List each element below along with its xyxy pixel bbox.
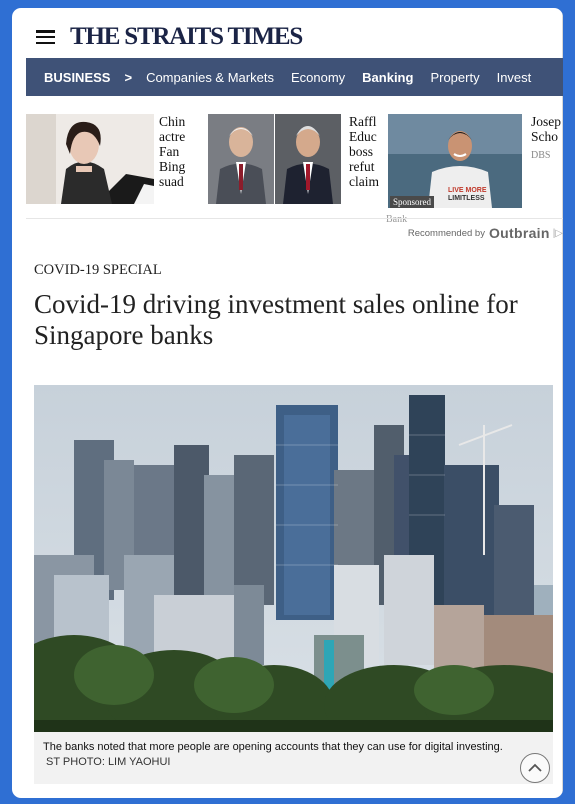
nav-item-economy[interactable]: Economy — [291, 70, 345, 85]
divider — [26, 218, 563, 219]
adchoices-icon[interactable]: |▷ — [553, 228, 563, 239]
photo-caption-box: The banks noted that more people are ope… — [34, 732, 553, 784]
nav-section-business[interactable]: BUSINESS — [44, 70, 110, 85]
chevron-up-icon — [528, 763, 542, 772]
promo-card-1[interactable]: Chin actre Fan Bing suad — [26, 114, 204, 208]
promo-text-2: Raffl Educ boss refut claim — [349, 114, 379, 189]
nav-item-companies-markets[interactable]: Companies & Markets — [146, 70, 274, 85]
masthead: THE STRAITS TIMES — [36, 22, 556, 52]
browser-viewport: THE STRAITS TIMES BUSINESS > Companies &… — [12, 8, 563, 798]
svg-text:LIVE MORE: LIVE MORE — [448, 187, 487, 194]
promo-sublabel: Bank — [386, 214, 408, 225]
article-photo[interactable] — [34, 385, 553, 732]
outbrain-logo: Outbrain — [488, 225, 550, 241]
promo-text-1: Chin actre Fan Bing suad — [159, 114, 186, 189]
svg-text:LIMITLESS: LIMITLESS — [448, 195, 485, 202]
caption-text: The banks noted that more people are ope… — [43, 741, 503, 753]
article-kicker[interactable]: COVID-19 SPECIAL — [34, 262, 162, 279]
recommended-by[interactable]: Recommended by Outbrain |▷ — [408, 225, 563, 241]
promo-card-3[interactable]: LIVE MORE LIMITLESS Sponsored Josep Scho… — [388, 114, 563, 208]
scroll-to-top-button[interactable] — [520, 753, 550, 783]
photo-caption: The banks noted that more people are ope… — [43, 740, 513, 770]
page-content: THE STRAITS TIMES BUSINESS > Companies &… — [26, 8, 563, 798]
nav-item-property[interactable]: Property — [430, 70, 479, 85]
promo-image-2 — [208, 114, 341, 204]
promo-card-2[interactable]: Raffl Educ boss refut claim — [208, 114, 385, 208]
promo-source: DBS — [531, 150, 551, 161]
article-headline: Covid-19 driving investment sales online… — [34, 289, 518, 350]
photo-credit: ST PHOTO: LIM YAOHUI — [46, 756, 171, 768]
hamburger-icon[interactable] — [36, 30, 55, 44]
chevron-right-icon: > — [124, 69, 133, 85]
promo-image-3: LIVE MORE LIMITLESS Sponsored — [388, 114, 522, 208]
promo-image-1 — [26, 114, 154, 204]
nav-item-invest[interactable]: Invest — [497, 70, 532, 85]
promo-text-3: Josep Scho DBS — [531, 114, 561, 161]
nav-item-banking[interactable]: Banking — [362, 70, 413, 85]
sponsored-badge: Sponsored — [390, 196, 434, 208]
promo-strip: Chin actre Fan Bing suad Raffl Educ boss… — [26, 114, 563, 214]
site-logo[interactable]: THE STRAITS TIMES — [70, 23, 303, 51]
recommended-label: Recommended by — [407, 227, 485, 239]
section-nav: BUSINESS > Companies & Markets Economy B… — [26, 58, 563, 96]
